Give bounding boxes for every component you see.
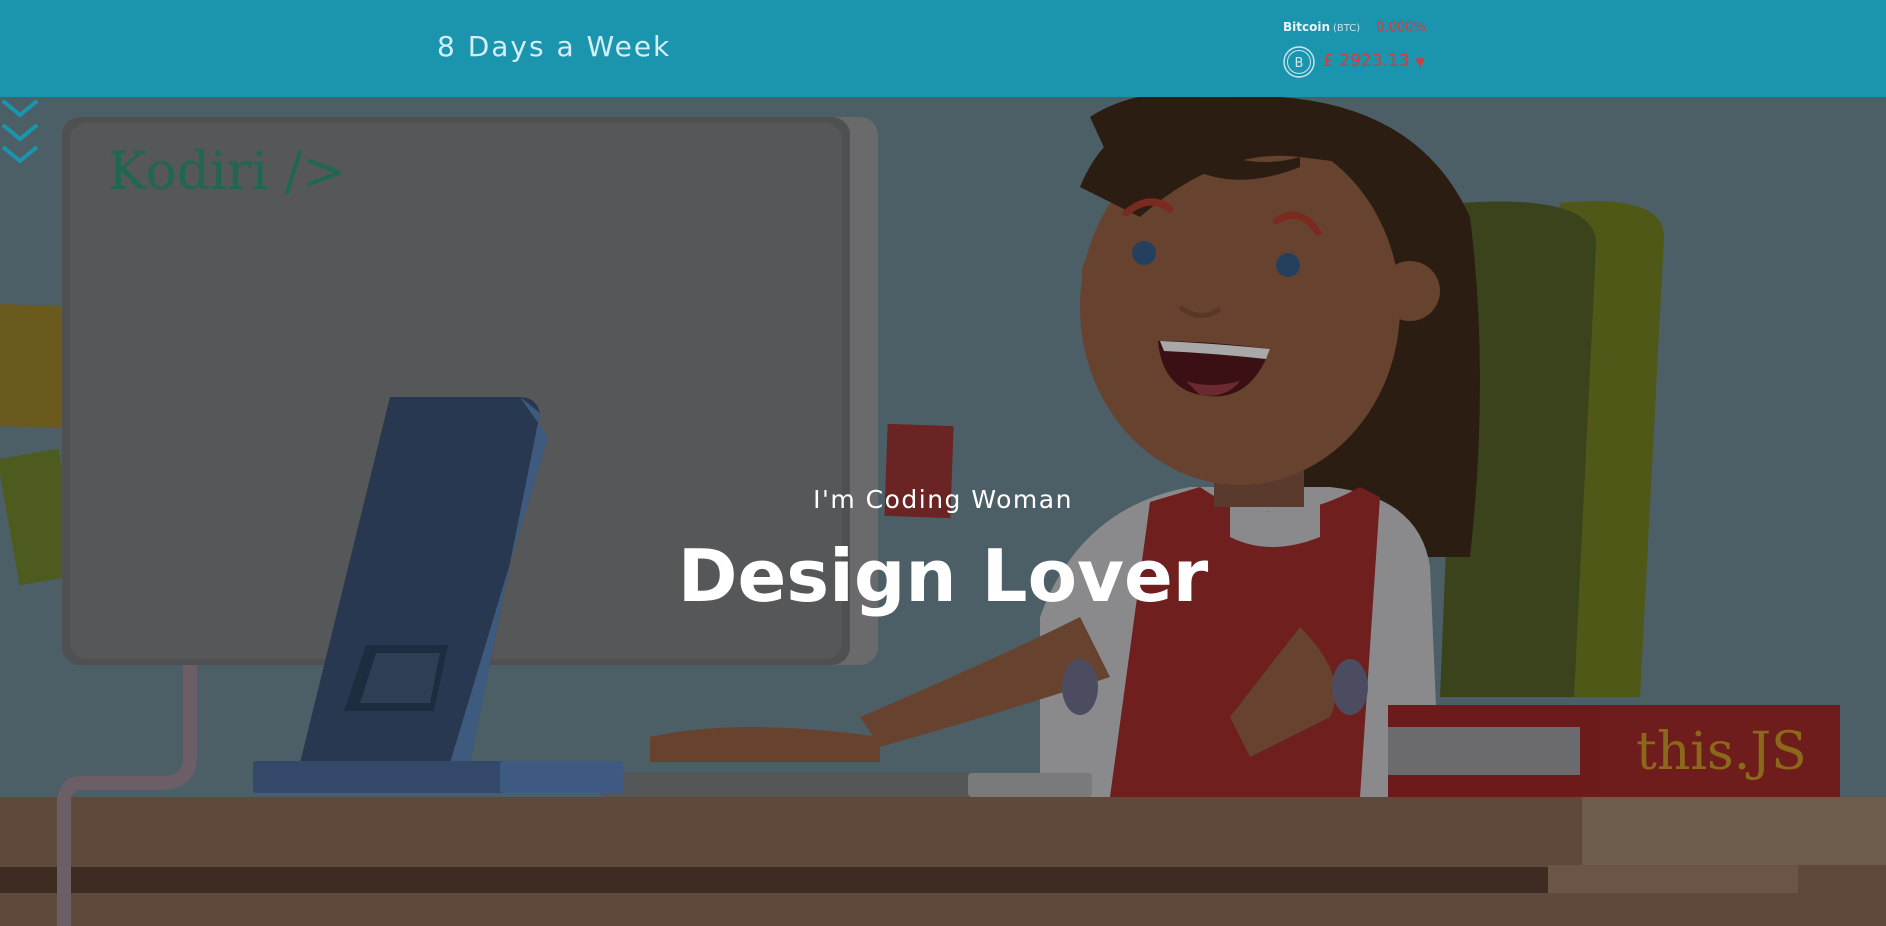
- bitcoin-price-widget[interactable]: Bitcoin (BTC) 0.000% B £ 2923.13 ▼: [1283, 14, 1433, 84]
- triple-chevron-down-icon[interactable]: [0, 97, 40, 163]
- site-title-link[interactable]: 8 Days a Week: [437, 30, 671, 63]
- btc-price-value: £ 2923.13: [1323, 51, 1410, 71]
- svg-text:B: B: [1295, 56, 1304, 71]
- bitcoin-icon: B: [1283, 46, 1315, 78]
- site-header: 8 Days a Week Bitcoin (BTC) 0.000% B £ 292…: [0, 0, 1886, 97]
- btc-price: £ 2923.13 ▼: [1323, 51, 1425, 71]
- price-change: 0.000%: [1376, 20, 1426, 35]
- ticker-heading: Bitcoin (BTC) 0.000%: [1283, 16, 1426, 35]
- hero-subtitle: I'm Coding Woman: [813, 485, 1073, 514]
- coin-name: Bitcoin: [1283, 20, 1331, 34]
- hero-section: Kodiri /> this.JS I'm Coding Woman Desig…: [0, 97, 1886, 926]
- hero-title: Design Lover: [677, 534, 1209, 618]
- hero-text: I'm Coding Woman Design Lover: [0, 97, 1886, 926]
- page: 8 Days a Week Bitcoin (BTC) 0.000% B £ 292…: [0, 0, 1886, 926]
- coin-symbol: (BTC): [1333, 23, 1361, 34]
- trend-down-icon: ▼: [1415, 55, 1425, 69]
